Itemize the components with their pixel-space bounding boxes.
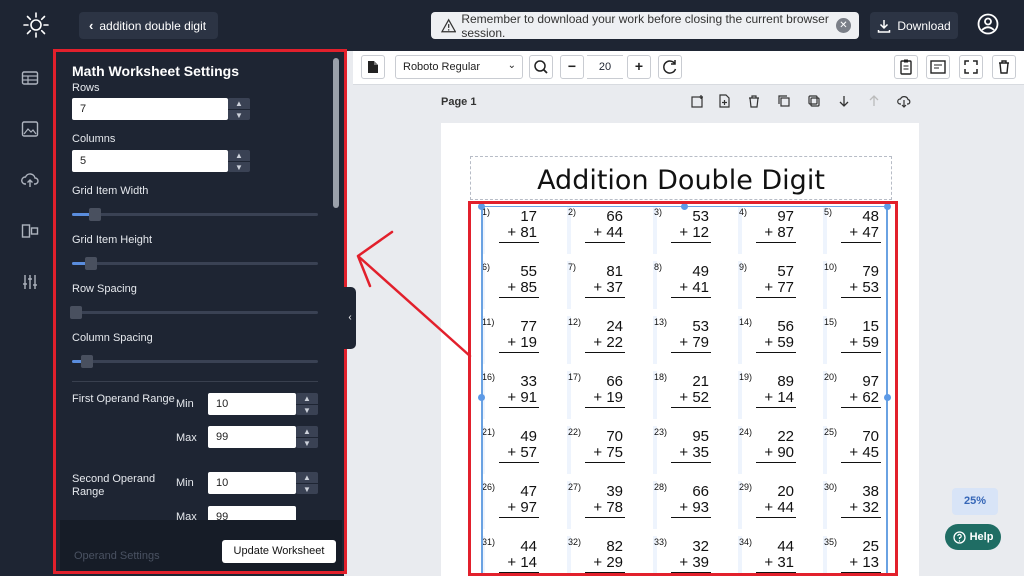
shapes-button[interactable] <box>361 55 385 79</box>
back-button[interactable]: ‹ addition double digit <box>79 12 219 39</box>
help-label: Help <box>969 531 994 543</box>
collapse-panel-button[interactable]: ‹ <box>344 287 356 349</box>
image-icon[interactable] <box>21 120 39 138</box>
shapes-icon <box>368 61 378 73</box>
expand-icon <box>964 60 978 74</box>
editor-toolbar: Roboto Regular ⌄ − 20 + <box>353 51 1024 85</box>
left-icon-rail <box>0 51 58 576</box>
worksheet-title[interactable]: Addition Double Digit <box>470 165 892 196</box>
add-page-icon[interactable] <box>717 94 731 108</box>
font-size-input[interactable]: 20 <box>587 55 623 79</box>
cloud-download-icon[interactable] <box>897 94 911 108</box>
arrow-up-icon[interactable] <box>867 94 881 108</box>
download-button[interactable]: Download <box>870 12 958 39</box>
refresh-icon <box>663 60 677 74</box>
decrease-font-button[interactable]: − <box>560 55 584 79</box>
document-icon <box>930 60 946 74</box>
add-text-icon[interactable] <box>691 94 705 108</box>
arrow-down-icon[interactable] <box>837 94 851 108</box>
trash-icon[interactable] <box>747 94 761 108</box>
layout-icon[interactable] <box>21 222 39 240</box>
chevron-down-icon: ⌄ <box>507 60 516 71</box>
close-notice-icon[interactable]: ✕ <box>836 18 851 33</box>
user-account-icon[interactable] <box>977 13 999 35</box>
clipboard-icon <box>900 59 912 75</box>
upload-cloud-icon[interactable] <box>21 171 39 189</box>
page-label: Page 1 <box>441 96 477 108</box>
font-family-value: Roboto Regular <box>403 61 481 73</box>
download-icon <box>878 19 891 33</box>
zoom-text-button[interactable] <box>529 55 553 79</box>
top-bar: ‹ addition double digit Remember to down… <box>0 0 1024 51</box>
help-icon <box>952 530 966 544</box>
duplicate-icon[interactable] <box>807 94 821 108</box>
notice-text: Remember to download your work before cl… <box>461 11 829 40</box>
copy-icon[interactable] <box>777 94 791 108</box>
font-family-select[interactable]: Roboto Regular ⌄ <box>395 55 523 79</box>
annotation-frame-panel <box>53 49 347 574</box>
warning-icon <box>441 17 457 32</box>
zoom-level[interactable]: 25% <box>952 488 998 515</box>
delete-button[interactable] <box>992 55 1016 79</box>
table-icon[interactable] <box>21 69 39 87</box>
sliders-icon[interactable] <box>21 273 39 291</box>
document-title: addition double digit <box>99 18 207 33</box>
chevron-left-icon: ‹ <box>89 18 94 33</box>
annotation-frame-grid <box>468 201 898 576</box>
trash-icon <box>999 60 1009 74</box>
clipboard-button[interactable] <box>894 55 918 79</box>
text-search-icon <box>534 60 548 74</box>
fullscreen-button[interactable] <box>959 55 983 79</box>
help-button[interactable]: Help <box>945 524 1001 550</box>
document-button[interactable] <box>926 55 950 79</box>
refresh-button[interactable] <box>658 55 682 79</box>
session-notice: Remember to download your work before cl… <box>431 11 859 40</box>
sun-logo-icon[interactable] <box>22 11 50 39</box>
download-label: Download <box>897 18 951 33</box>
increase-font-button[interactable]: + <box>627 55 651 79</box>
